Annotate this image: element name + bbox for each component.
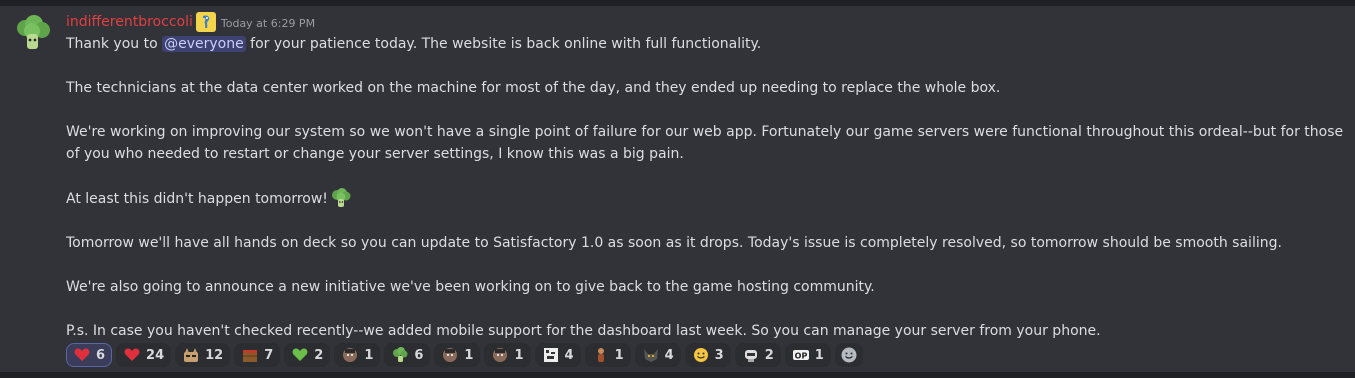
chat-frame: indifferentbroccoli Today at 6:29 PM Tha… [0,0,1355,378]
reaction-count: 6 [414,347,424,363]
message-paragraph: The technicians at the data center worke… [66,80,1001,96]
seahorse-role-icon[interactable] [195,12,216,32]
broccoli-avatar[interactable] [12,14,52,54]
smile-emoji [693,348,708,362]
reaction-pill[interactable]: OP 1 [784,343,831,367]
pixel-art-emoji [543,348,558,362]
everyone-mention[interactable]: @everyone [162,36,246,52]
reaction-count: 4 [664,347,674,363]
heart-emoji [74,348,90,361]
message-header: indifferentbroccoli Today at 6:29 PM [66,11,315,33]
reaction-count: 2 [764,347,774,363]
reaction-pill[interactable]: 1 [484,343,531,367]
svg-text:OP: OP [794,352,807,361]
reaction-pill[interactable]: 4 [634,343,681,367]
face-emoji [343,348,358,362]
heart-emoji [124,348,140,361]
message-paragraph: Tomorrow we'll have all hands on deck so… [66,235,1282,251]
message-text: At least this didn't happen tomorrow! [66,191,328,207]
green-heart-emoji [292,348,308,361]
reaction-count: 2 [314,347,324,363]
reaction-pill[interactable]: 12 [175,343,231,367]
message-content: Thank you to @everyone for your patience… [66,33,1351,342]
broccoli-emoji [393,347,408,362]
reaction-pill[interactable]: 3 [684,343,731,367]
reaction-count: 7 [264,347,274,363]
reaction-pill[interactable]: 2 [734,343,781,367]
broccoli-emoji [330,187,352,209]
message-text: for your patience today. The website is … [245,36,762,52]
message-paragraph: At least this didn't happen tomorrow! [66,187,1351,210]
smiley-add-icon [841,347,857,363]
reaction-pill[interactable]: 6 [384,343,431,367]
cat-emoji [184,348,199,362]
reaction-count: 3 [714,347,724,363]
reaction-count: 24 [146,347,165,363]
crate-emoji [243,350,258,362]
reaction-count: 1 [614,347,624,363]
message-paragraph: We're also going to announce a new initi… [66,279,875,295]
wolf-emoji [643,349,658,362]
reaction-count: 12 [205,347,224,363]
reaction-count: 1 [364,347,374,363]
reaction-pill[interactable]: 6 [66,343,113,367]
op-emoji: OP [792,350,809,361]
robot-emoji [744,350,757,362]
bottom-divider [0,372,1355,378]
reaction-pill[interactable]: 2 [284,343,331,367]
message-paragraph: Thank you to @everyone for your patience… [66,33,1351,55]
reaction-pill[interactable]: 1 [434,343,481,367]
reaction-bar: 6 24 12 7 2 1 6 1 1 4 1 4 3 2 OP 1 [66,343,863,367]
reaction-count: 1 [464,347,474,363]
message-text: Thank you to [66,36,163,52]
reaction-count: 1 [514,347,524,363]
reaction-pill[interactable]: 1 [334,343,381,367]
add-reaction-button[interactable] [834,343,863,367]
figure-emoji [597,348,604,362]
face-emoji [493,348,508,362]
message-paragraph: P.s. In case you haven't checked recentl… [66,323,1101,339]
reaction-count: 1 [814,347,824,363]
reaction-pill[interactable]: 24 [116,343,172,367]
author-name[interactable]: indifferentbroccoli [66,14,193,30]
chat-message: indifferentbroccoli Today at 6:29 PM Tha… [0,6,1355,372]
reaction-pill[interactable]: 7 [234,343,281,367]
reaction-count: 4 [564,347,574,363]
message-paragraph: We're working on improving our system so… [66,124,1344,162]
message-timestamp: Today at 6:29 PM [220,16,316,30]
face-emoji [443,348,458,362]
reaction-pill[interactable]: 4 [534,343,581,367]
reaction-count: 6 [96,347,106,363]
reaction-pill[interactable]: 1 [584,343,631,367]
